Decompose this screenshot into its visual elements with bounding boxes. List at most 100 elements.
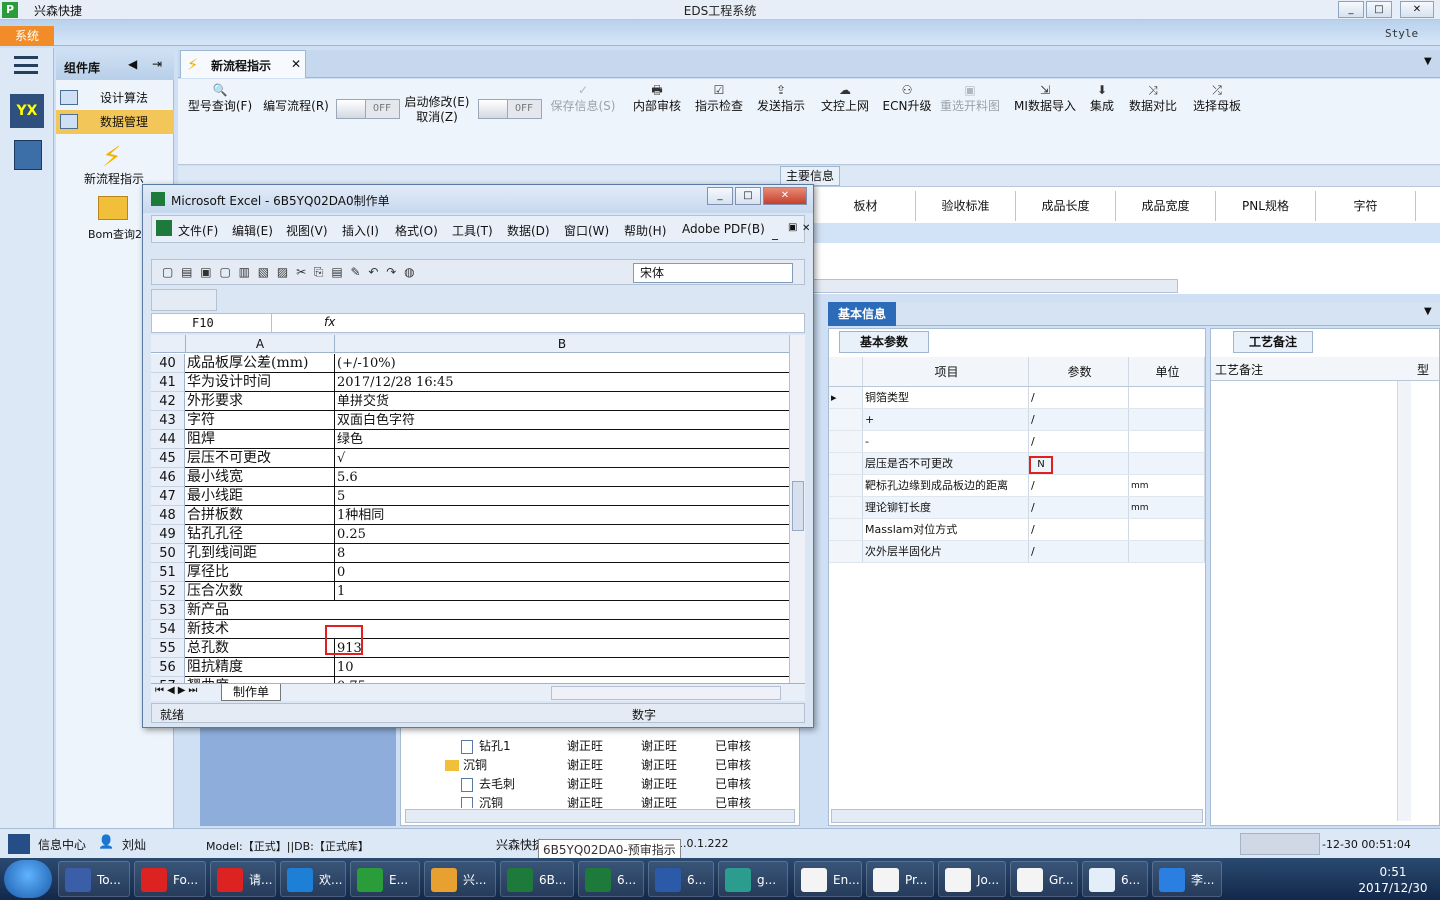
- cell-b[interactable]: 8: [335, 544, 789, 563]
- maximize-button[interactable]: □: [1366, 1, 1392, 18]
- component-item-data-management[interactable]: 数据管理: [56, 110, 174, 134]
- column-header-b[interactable]: B: [335, 335, 789, 353]
- taskbar-item[interactable]: Gr...: [1010, 861, 1078, 897]
- cell-b[interactable]: 绿色: [335, 430, 789, 449]
- tab-new-process[interactable]: ⚡ 新流程指示 ✕: [180, 50, 306, 78]
- cell-b[interactable]: (+/-10%): [335, 354, 789, 373]
- cell-b[interactable]: 913: [335, 639, 789, 658]
- sheet-row[interactable]: 56 阻抗精度 10: [151, 658, 789, 677]
- sheet-row[interactable]: 54 新技术: [151, 620, 789, 639]
- model-query-button[interactable]: 🔍 型号查询(F): [184, 83, 256, 114]
- hamburger-menu-icon[interactable]: [14, 56, 38, 74]
- cell-a[interactable]: 钻孔孔径: [185, 525, 335, 544]
- cell-a[interactable]: 合拼板数: [185, 506, 335, 525]
- cell-b[interactable]: [335, 601, 789, 620]
- data-compare-button[interactable]: ⤨ 数据对比: [1126, 83, 1180, 114]
- integrate-button[interactable]: ⬇ 集成: [1084, 83, 1120, 114]
- collapse-left-icon[interactable]: ◀: [128, 57, 137, 71]
- column-header[interactable]: 项目: [863, 357, 1029, 386]
- sheet-row[interactable]: 41 华为设计时间 2017/12/28 16:45: [151, 373, 789, 392]
- tree-row[interactable]: 沉铜 谢正旺 谢正旺 已审核: [401, 756, 799, 775]
- param-value[interactable]: /: [1029, 475, 1129, 496]
- taskbar-item[interactable]: 6...: [648, 861, 714, 897]
- excel-close-button[interactable]: ✕: [763, 187, 807, 205]
- row-number[interactable]: 40: [151, 354, 185, 373]
- menu-tools[interactable]: 工具(T): [452, 222, 493, 239]
- write-process-button[interactable]: 编写流程(R): [260, 83, 332, 114]
- scroll-thumb[interactable]: [792, 481, 804, 531]
- horizontal-scrollbar[interactable]: [405, 809, 795, 823]
- cell-b[interactable]: 10: [335, 658, 789, 677]
- menu-help[interactable]: 帮助(H): [624, 222, 666, 239]
- column-header[interactable]: 字符: [1316, 191, 1416, 221]
- cell-a[interactable]: 最小线距: [185, 487, 335, 506]
- taskbar-item[interactable]: 6...: [578, 861, 644, 897]
- sheet-row[interactable]: 55 总孔数 913: [151, 639, 789, 658]
- close-icon[interactable]: ✕: [291, 57, 301, 71]
- taskbar-item[interactable]: g...: [718, 861, 788, 897]
- sheet-row[interactable]: 53 新产品: [151, 601, 789, 620]
- param-value[interactable]: /: [1029, 431, 1129, 452]
- start-button[interactable]: [4, 860, 52, 898]
- excel-doc-icon[interactable]: [156, 220, 172, 236]
- taskbar-item[interactable]: Jo...: [938, 861, 1006, 897]
- cell-b[interactable]: 5: [335, 487, 789, 506]
- start-modify-button[interactable]: 启动修改(E) 取消(Z): [402, 95, 472, 125]
- sheet-row[interactable]: 48 合拼板数 1种相同: [151, 506, 789, 525]
- menu-format[interactable]: 格式(O): [395, 222, 438, 239]
- sheet-row[interactable]: 42 外形要求 单拼交货: [151, 392, 789, 411]
- cell-a[interactable]: 孔到线间距: [185, 544, 335, 563]
- row-number[interactable]: 53: [151, 601, 185, 620]
- row-number[interactable]: 45: [151, 449, 185, 468]
- row-number[interactable]: 52: [151, 582, 185, 601]
- table-row[interactable]: 靶标孔边缘到成品板边的距离 / mm: [829, 475, 1205, 497]
- send-instruction-button[interactable]: ⇪ 发送指示: [754, 83, 808, 114]
- windows-grid-icon[interactable]: [8, 834, 30, 854]
- tab-process-remarks[interactable]: 工艺备注: [1233, 331, 1313, 353]
- column-header[interactable]: 单位: [1129, 357, 1205, 386]
- select-mother-board-button[interactable]: ⤮ 选择母板: [1190, 83, 1244, 114]
- taskbar-item[interactable]: En...: [794, 861, 862, 897]
- chevron-down-icon[interactable]: ▼: [1424, 56, 1432, 67]
- cell-a[interactable]: 阻焊: [185, 430, 335, 449]
- table-row[interactable]: - /: [829, 431, 1205, 453]
- cell-a[interactable]: 压合次数: [185, 582, 335, 601]
- cell-b[interactable]: 1种相同: [335, 506, 789, 525]
- sheet-row[interactable]: 52 压合次数 1: [151, 582, 789, 601]
- menu-view[interactable]: 视图(V): [286, 222, 328, 239]
- menu-window[interactable]: 窗口(W): [564, 222, 609, 239]
- param-value[interactable]: /: [1029, 409, 1129, 430]
- sheet-row[interactable]: 43 字符 双面白色字符: [151, 411, 789, 430]
- cell-b[interactable]: 5.6: [335, 468, 789, 487]
- taskbar-item[interactable]: To...: [58, 861, 130, 897]
- system-clock[interactable]: 0:51 2017/12/30: [1358, 864, 1428, 896]
- sheet-row[interactable]: 46 最小线宽 5.6: [151, 468, 789, 487]
- tab-basic-info[interactable]: 基本信息: [828, 302, 896, 326]
- font-select[interactable]: 宋体: [633, 263, 793, 283]
- tree-row[interactable]: 去毛刺 谢正旺 谢正旺 已审核: [401, 775, 799, 794]
- write-process-toggle[interactable]: OFF: [336, 99, 400, 119]
- taskbar-item[interactable]: 6B...: [500, 861, 574, 897]
- lightning-icon[interactable]: ⚡: [102, 140, 122, 173]
- taskbar-item[interactable]: 6...: [1082, 861, 1148, 897]
- param-value[interactable]: N: [1029, 453, 1129, 474]
- table-row[interactable]: + /: [829, 409, 1205, 431]
- excel-minimize-button[interactable]: _: [707, 187, 733, 205]
- cell-b[interactable]: [335, 620, 789, 639]
- pin-icon[interactable]: ⇥: [152, 57, 162, 71]
- cell-a[interactable]: 厚径比: [185, 563, 335, 582]
- table-row[interactable]: ▸ 铜箔类型 /: [829, 387, 1205, 409]
- row-number[interactable]: 49: [151, 525, 185, 544]
- column-header[interactable]: 参数: [1029, 357, 1129, 386]
- vertical-scrollbar[interactable]: [789, 335, 805, 683]
- row-number[interactable]: 42: [151, 392, 185, 411]
- excel-maximize-button[interactable]: □: [735, 187, 761, 205]
- column-header-a[interactable]: A: [185, 335, 335, 353]
- sheet-row[interactable]: 50 孔到线间距 8: [151, 544, 789, 563]
- row-number[interactable]: 47: [151, 487, 185, 506]
- style-menu[interactable]: Style: [1385, 27, 1418, 40]
- sheet-row[interactable]: 44 阻焊 绿色: [151, 430, 789, 449]
- row-number[interactable]: 43: [151, 411, 185, 430]
- highlighted-value[interactable]: N: [1029, 456, 1053, 474]
- row-number[interactable]: 50: [151, 544, 185, 563]
